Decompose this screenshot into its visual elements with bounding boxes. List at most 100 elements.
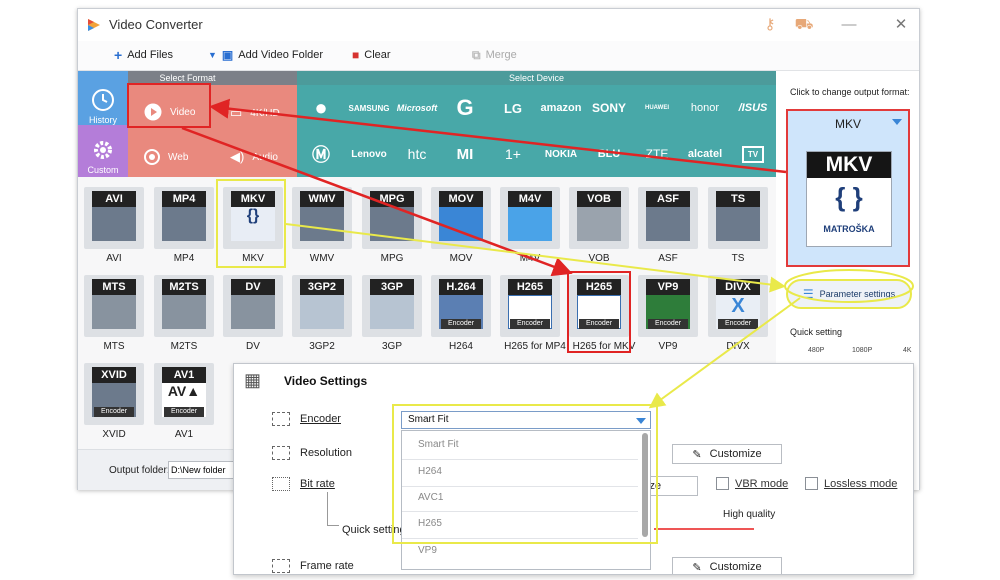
format-tag: M4V bbox=[508, 191, 552, 207]
encoder-option[interactable]: VP9 bbox=[418, 545, 437, 556]
chevron-down-icon[interactable] bbox=[892, 119, 902, 125]
zte-device[interactable]: ZTE bbox=[633, 131, 681, 177]
format-label-m4v: M4V bbox=[519, 253, 541, 264]
asus-device[interactable]: /ISUS bbox=[729, 85, 777, 131]
key-icon[interactable]: ⚷ bbox=[760, 15, 780, 35]
format-label-divx: DIVX bbox=[726, 341, 750, 352]
checkbox-box[interactable] bbox=[805, 477, 818, 490]
format-tile-m4v[interactable]: M4V bbox=[500, 187, 560, 249]
customize-label: Customize bbox=[709, 448, 762, 460]
checkbox-box[interactable] bbox=[716, 477, 729, 490]
google-device[interactable]: G bbox=[441, 85, 489, 131]
huawei-device[interactable]: HUAWEI bbox=[633, 85, 681, 131]
samsung-device[interactable]: SAMSUNG bbox=[345, 85, 393, 131]
format-tag: AVI bbox=[92, 191, 136, 207]
htc-device[interactable]: htc bbox=[393, 131, 441, 177]
alcatel-device[interactable]: alcatel bbox=[681, 131, 729, 177]
format-tile-avi[interactable]: AVI bbox=[84, 187, 144, 249]
audio-category[interactable]: ◀) Audio bbox=[230, 149, 278, 165]
bitrate-label[interactable]: Bit rate bbox=[300, 478, 335, 490]
format-tile-ts[interactable]: TS bbox=[708, 187, 768, 249]
format-label-vob: VOB bbox=[588, 253, 610, 264]
hd-category[interactable]: ▭ 4K/HD bbox=[230, 105, 280, 121]
encoder-highlight-box bbox=[392, 404, 658, 544]
dropdown-caret-icon[interactable]: ▼ bbox=[208, 50, 217, 60]
itunes-icon bbox=[508, 207, 552, 241]
format-art bbox=[162, 207, 206, 241]
vbr-mode-checkbox[interactable]: VBR mode bbox=[716, 477, 788, 490]
tv-device[interactable]: TV bbox=[729, 131, 777, 177]
camcorder-icon bbox=[231, 295, 275, 329]
format-tile-mpg[interactable]: MPG bbox=[362, 187, 422, 249]
format-tile-asf[interactable]: ASF bbox=[638, 187, 698, 249]
format-tile-mp4[interactable]: MP4 bbox=[154, 187, 214, 249]
format-label-mov: MOV bbox=[449, 253, 473, 264]
video-settings-title: Video Settings bbox=[284, 374, 368, 388]
format-tile-h264[interactable]: H.264 Encoder bbox=[431, 275, 491, 337]
format-art bbox=[646, 207, 690, 241]
close-icon[interactable]: ✕ bbox=[891, 15, 911, 35]
add-files-button[interactable]: + Add Files bbox=[114, 48, 173, 62]
encoder-label[interactable]: Encoder bbox=[300, 413, 341, 425]
format-tag: 3GP bbox=[370, 279, 414, 295]
microsoft-device[interactable]: Microsoft bbox=[393, 85, 441, 131]
blu-device[interactable]: BLU bbox=[585, 131, 633, 177]
format-tile-m2ts[interactable]: M2TS bbox=[154, 275, 214, 337]
format-tag: DIVX bbox=[716, 279, 760, 295]
format-tile-3gp2[interactable]: 3GP2 bbox=[292, 275, 352, 337]
resolution-customize-button[interactable]: ✎ Customize bbox=[672, 444, 782, 464]
oneplus-device[interactable]: 1+ bbox=[489, 131, 537, 177]
pencil-icon: ✎ bbox=[692, 561, 702, 574]
honor-device[interactable]: honor bbox=[681, 85, 729, 131]
format-tile-wmv[interactable]: WMV bbox=[292, 187, 352, 249]
format-art bbox=[92, 207, 136, 241]
quality-slider-track[interactable] bbox=[654, 528, 754, 530]
apple-device-icon[interactable]: ● bbox=[297, 85, 345, 131]
matroska-label: MATROŠKA bbox=[823, 224, 875, 234]
format-tile-xvid[interactable]: XVID Encoder bbox=[84, 363, 144, 425]
format-label-ts: TS bbox=[731, 253, 745, 264]
format-tile-mts[interactable]: MTS bbox=[84, 275, 144, 337]
device-grid: ● SAMSUNG Microsoft G LG amazon SONY HUA… bbox=[297, 85, 776, 177]
format-label-wmv: WMV bbox=[309, 253, 335, 264]
format-label-mts: MTS bbox=[103, 341, 125, 352]
format-tile-3gp[interactable]: 3GP bbox=[362, 275, 422, 337]
cart-icon[interactable]: ⛟ bbox=[794, 15, 814, 35]
matroska-braces-icon: { } bbox=[835, 182, 863, 212]
minimize-icon[interactable]: — bbox=[839, 15, 859, 35]
sony-device[interactable]: SONY bbox=[585, 85, 633, 131]
motorola-device-icon[interactable]: Ⓜ bbox=[297, 131, 345, 177]
framerate-customize-button[interactable]: ✎ Customize bbox=[672, 557, 782, 574]
format-tag: MPG bbox=[370, 191, 414, 207]
framerate-label: Frame rate bbox=[300, 560, 354, 572]
trash-icon: ■ bbox=[352, 48, 360, 62]
output-format-selector[interactable]: MKV MKV { } MATROŠKA bbox=[786, 109, 910, 267]
format-tile-vp9[interactable]: VP9 Encoder bbox=[638, 275, 698, 337]
amazon-device[interactable]: amazon bbox=[537, 85, 585, 131]
xiaomi-device[interactable]: MI bbox=[441, 131, 489, 177]
format-tile-av1[interactable]: AV1 AV▲ Encoder bbox=[154, 363, 214, 425]
lenovo-device[interactable]: Lenovo bbox=[345, 131, 393, 177]
parameter-settings-button[interactable]: ☰ Parameter settings bbox=[786, 279, 912, 309]
encoder-badge: Encoder bbox=[510, 319, 550, 329]
custom-tab[interactable]: Custom bbox=[78, 125, 128, 177]
video-highlight-box bbox=[127, 83, 211, 128]
format-tile-divx[interactable]: DIVX X Encoder bbox=[708, 275, 768, 337]
format-art bbox=[370, 207, 414, 241]
nokia-device[interactable]: NOKIA bbox=[537, 131, 585, 177]
format-tile-h265-mp4[interactable]: H265 Encoder bbox=[500, 275, 560, 337]
web-category-label: Web bbox=[168, 151, 189, 163]
tick-480p: 480P bbox=[808, 347, 825, 354]
web-category[interactable]: Web bbox=[144, 149, 188, 165]
lossless-mode-checkbox[interactable]: Lossless mode bbox=[805, 477, 897, 490]
format-tile-vob[interactable]: VOB bbox=[569, 187, 629, 249]
lg-device[interactable]: LG bbox=[489, 85, 537, 131]
format-tile-mov[interactable]: MOV bbox=[431, 187, 491, 249]
format-tile-dv[interactable]: DV bbox=[223, 275, 283, 337]
format-tag: WMV bbox=[300, 191, 344, 207]
clear-button[interactable]: ■ Clear bbox=[352, 48, 391, 62]
history-tab[interactable]: History bbox=[78, 71, 128, 125]
add-video-folder-button[interactable]: ▼ ▣ Add Video Folder bbox=[208, 48, 323, 62]
resolution-label: Resolution bbox=[300, 447, 352, 459]
merge-button[interactable]: ⧉ Merge bbox=[472, 48, 517, 62]
